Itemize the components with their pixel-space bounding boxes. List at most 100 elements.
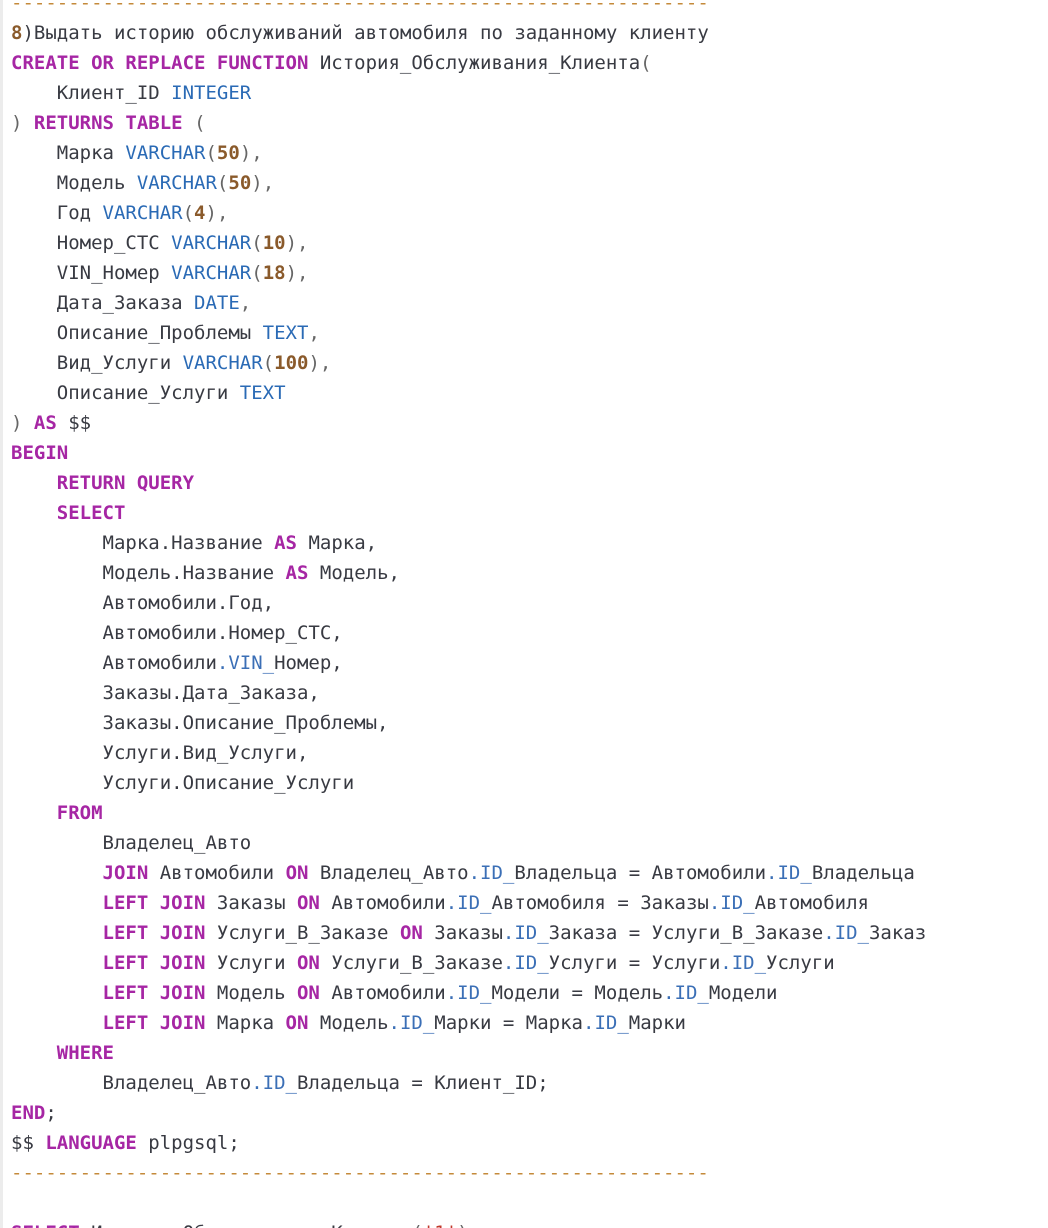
code-token: LEFT JOIN bbox=[102, 952, 206, 974]
code-token: ) bbox=[11, 112, 23, 134]
code-token: Модель bbox=[308, 1012, 389, 1034]
code-token: .ID_ bbox=[251, 1072, 297, 1094]
code-token: Клиент_ID bbox=[11, 82, 172, 104]
code-token: END bbox=[11, 1102, 46, 1124]
code-line: Модель VARCHAR(50), bbox=[11, 168, 926, 198]
code-token: История_Обслуживания_Клиента bbox=[80, 1222, 411, 1228]
code-token: 10 bbox=[262, 232, 286, 254]
code-token: Заказы.Дата_Заказа, bbox=[11, 682, 320, 704]
code-token: DATE bbox=[194, 292, 240, 314]
code-token: LEFT JOIN bbox=[102, 982, 206, 1004]
code-line: ----------------------------------------… bbox=[11, 1158, 926, 1188]
code-line: Владелец_Авто.ID_Владельца = Клиент_ID; bbox=[11, 1068, 926, 1098]
code-token: ON bbox=[399, 922, 423, 944]
code-token: $$ bbox=[11, 1132, 46, 1154]
code-token: Автомобили bbox=[319, 982, 446, 1004]
code-line: 8)Выдать историю обслуживаний автомобиля… bbox=[11, 18, 926, 48]
code-token: История_Обслуживания_Клиента bbox=[308, 52, 641, 74]
code-token: VARCHAR bbox=[125, 142, 206, 164]
code-token: LEFT JOIN bbox=[102, 922, 206, 944]
code-token: ); bbox=[457, 1222, 480, 1228]
code-line: Марка.Название AS Марка, bbox=[11, 528, 926, 558]
code-token: TEXT bbox=[239, 382, 286, 404]
code-editor[interactable]: ----------------------------------------… bbox=[0, 0, 1048, 1228]
code-token: Описание_Проблемы bbox=[11, 322, 263, 344]
code-token: .ID_ bbox=[583, 1012, 629, 1034]
code-block[interactable]: ----------------------------------------… bbox=[11, 0, 926, 1228]
code-token: Номер_СТС bbox=[11, 232, 172, 254]
code-token: .ID_ bbox=[445, 892, 492, 914]
code-token: .ID_ bbox=[766, 862, 812, 884]
code-line: Описание_Услуги TEXT bbox=[11, 378, 926, 408]
code-token: .ID_ bbox=[502, 922, 549, 944]
code-token: WHERE bbox=[56, 1042, 114, 1064]
code-line: END; bbox=[11, 1098, 926, 1128]
code-token: ( bbox=[216, 172, 229, 194]
code-line: RETURN QUERY bbox=[11, 468, 926, 498]
code-token: JOIN bbox=[102, 862, 149, 884]
code-line: $$ LANGUAGE plpgsql; bbox=[11, 1128, 926, 1158]
code-token: ) bbox=[11, 412, 23, 434]
code-token: Модель.Название bbox=[11, 562, 286, 584]
code-line: LEFT JOIN Марка ON Модель.ID_Марки = Мар… bbox=[11, 1008, 926, 1038]
code-token: Услуги bbox=[205, 952, 297, 974]
code-line: SELECT История_Обслуживания_Клиента('1')… bbox=[11, 1218, 926, 1228]
code-token: .ID_ bbox=[663, 982, 709, 1004]
code-token: RETURNS TABLE bbox=[33, 112, 183, 134]
code-token: VARCHAR bbox=[182, 352, 263, 374]
code-token: , bbox=[239, 292, 252, 314]
code-token: ), bbox=[251, 172, 275, 194]
code-line: Описание_Проблемы TEXT, bbox=[11, 318, 926, 348]
code-token: Услуги.Описание_Услуги bbox=[11, 772, 355, 794]
code-token: Услуги bbox=[766, 952, 835, 974]
code-token: Владельца = Клиент_ID; bbox=[296, 1072, 549, 1094]
code-line: SELECT bbox=[11, 498, 926, 528]
code-token: Модель bbox=[11, 172, 137, 194]
code-token: Вид_Услуги bbox=[11, 352, 183, 374]
code-token: Автомобили.Год, bbox=[11, 592, 275, 614]
code-token: SELECT bbox=[56, 502, 126, 524]
code-token: Модели = Модель bbox=[491, 982, 664, 1004]
code-token: ( bbox=[640, 52, 652, 74]
code-line: Автомобили.Номер_СТС, bbox=[11, 618, 926, 648]
code-line: Клиент_ID INTEGER bbox=[11, 78, 926, 108]
code-token: Марки = Марка bbox=[434, 1012, 583, 1034]
code-token: Владелец_Авто bbox=[11, 832, 252, 854]
code-token: Год bbox=[11, 202, 103, 224]
code-token: Заказы bbox=[205, 892, 297, 914]
code-line: Заказы.Описание_Проблемы, bbox=[11, 708, 926, 738]
code-token: Заказа = Услуги_В_Заказе bbox=[548, 922, 824, 944]
code-token: Автомобили bbox=[148, 862, 286, 884]
code-token: , bbox=[308, 322, 320, 344]
code-line: Услуги.Вид_Услуги, bbox=[11, 738, 926, 768]
code-token: ), bbox=[239, 142, 263, 164]
code-line: Автомобили.Год, bbox=[11, 588, 926, 618]
code-token: 100 bbox=[274, 352, 309, 374]
code-token: ON bbox=[285, 862, 309, 884]
code-token: RETURN QUERY bbox=[56, 472, 195, 494]
code-token: VARCHAR bbox=[171, 262, 252, 284]
code-token: AS bbox=[274, 532, 297, 554]
code-line: Владелец_Авто bbox=[11, 828, 926, 858]
code-token: .ID_ bbox=[468, 862, 515, 884]
code-line: Номер_СТС VARCHAR(10), bbox=[11, 228, 926, 258]
code-line: LEFT JOIN Услуги ON Услуги_В_Заказе.ID_У… bbox=[11, 948, 926, 978]
code-token: INTEGER bbox=[171, 82, 252, 104]
code-token: LEFT JOIN bbox=[102, 892, 206, 914]
code-token: LANGUAGE bbox=[45, 1132, 137, 1154]
code-token: Услуги_В_Заказе bbox=[205, 922, 400, 944]
code-token: Владельца = Автомобили bbox=[514, 862, 767, 884]
code-token: Услуги_В_Заказе bbox=[319, 952, 503, 974]
code-token: 50 bbox=[228, 172, 252, 194]
code-line: Вид_Услуги VARCHAR(100), bbox=[11, 348, 926, 378]
code-token: VARCHAR bbox=[136, 172, 217, 194]
code-token: .ID_ bbox=[502, 952, 549, 974]
code-token: AS bbox=[33, 412, 57, 434]
